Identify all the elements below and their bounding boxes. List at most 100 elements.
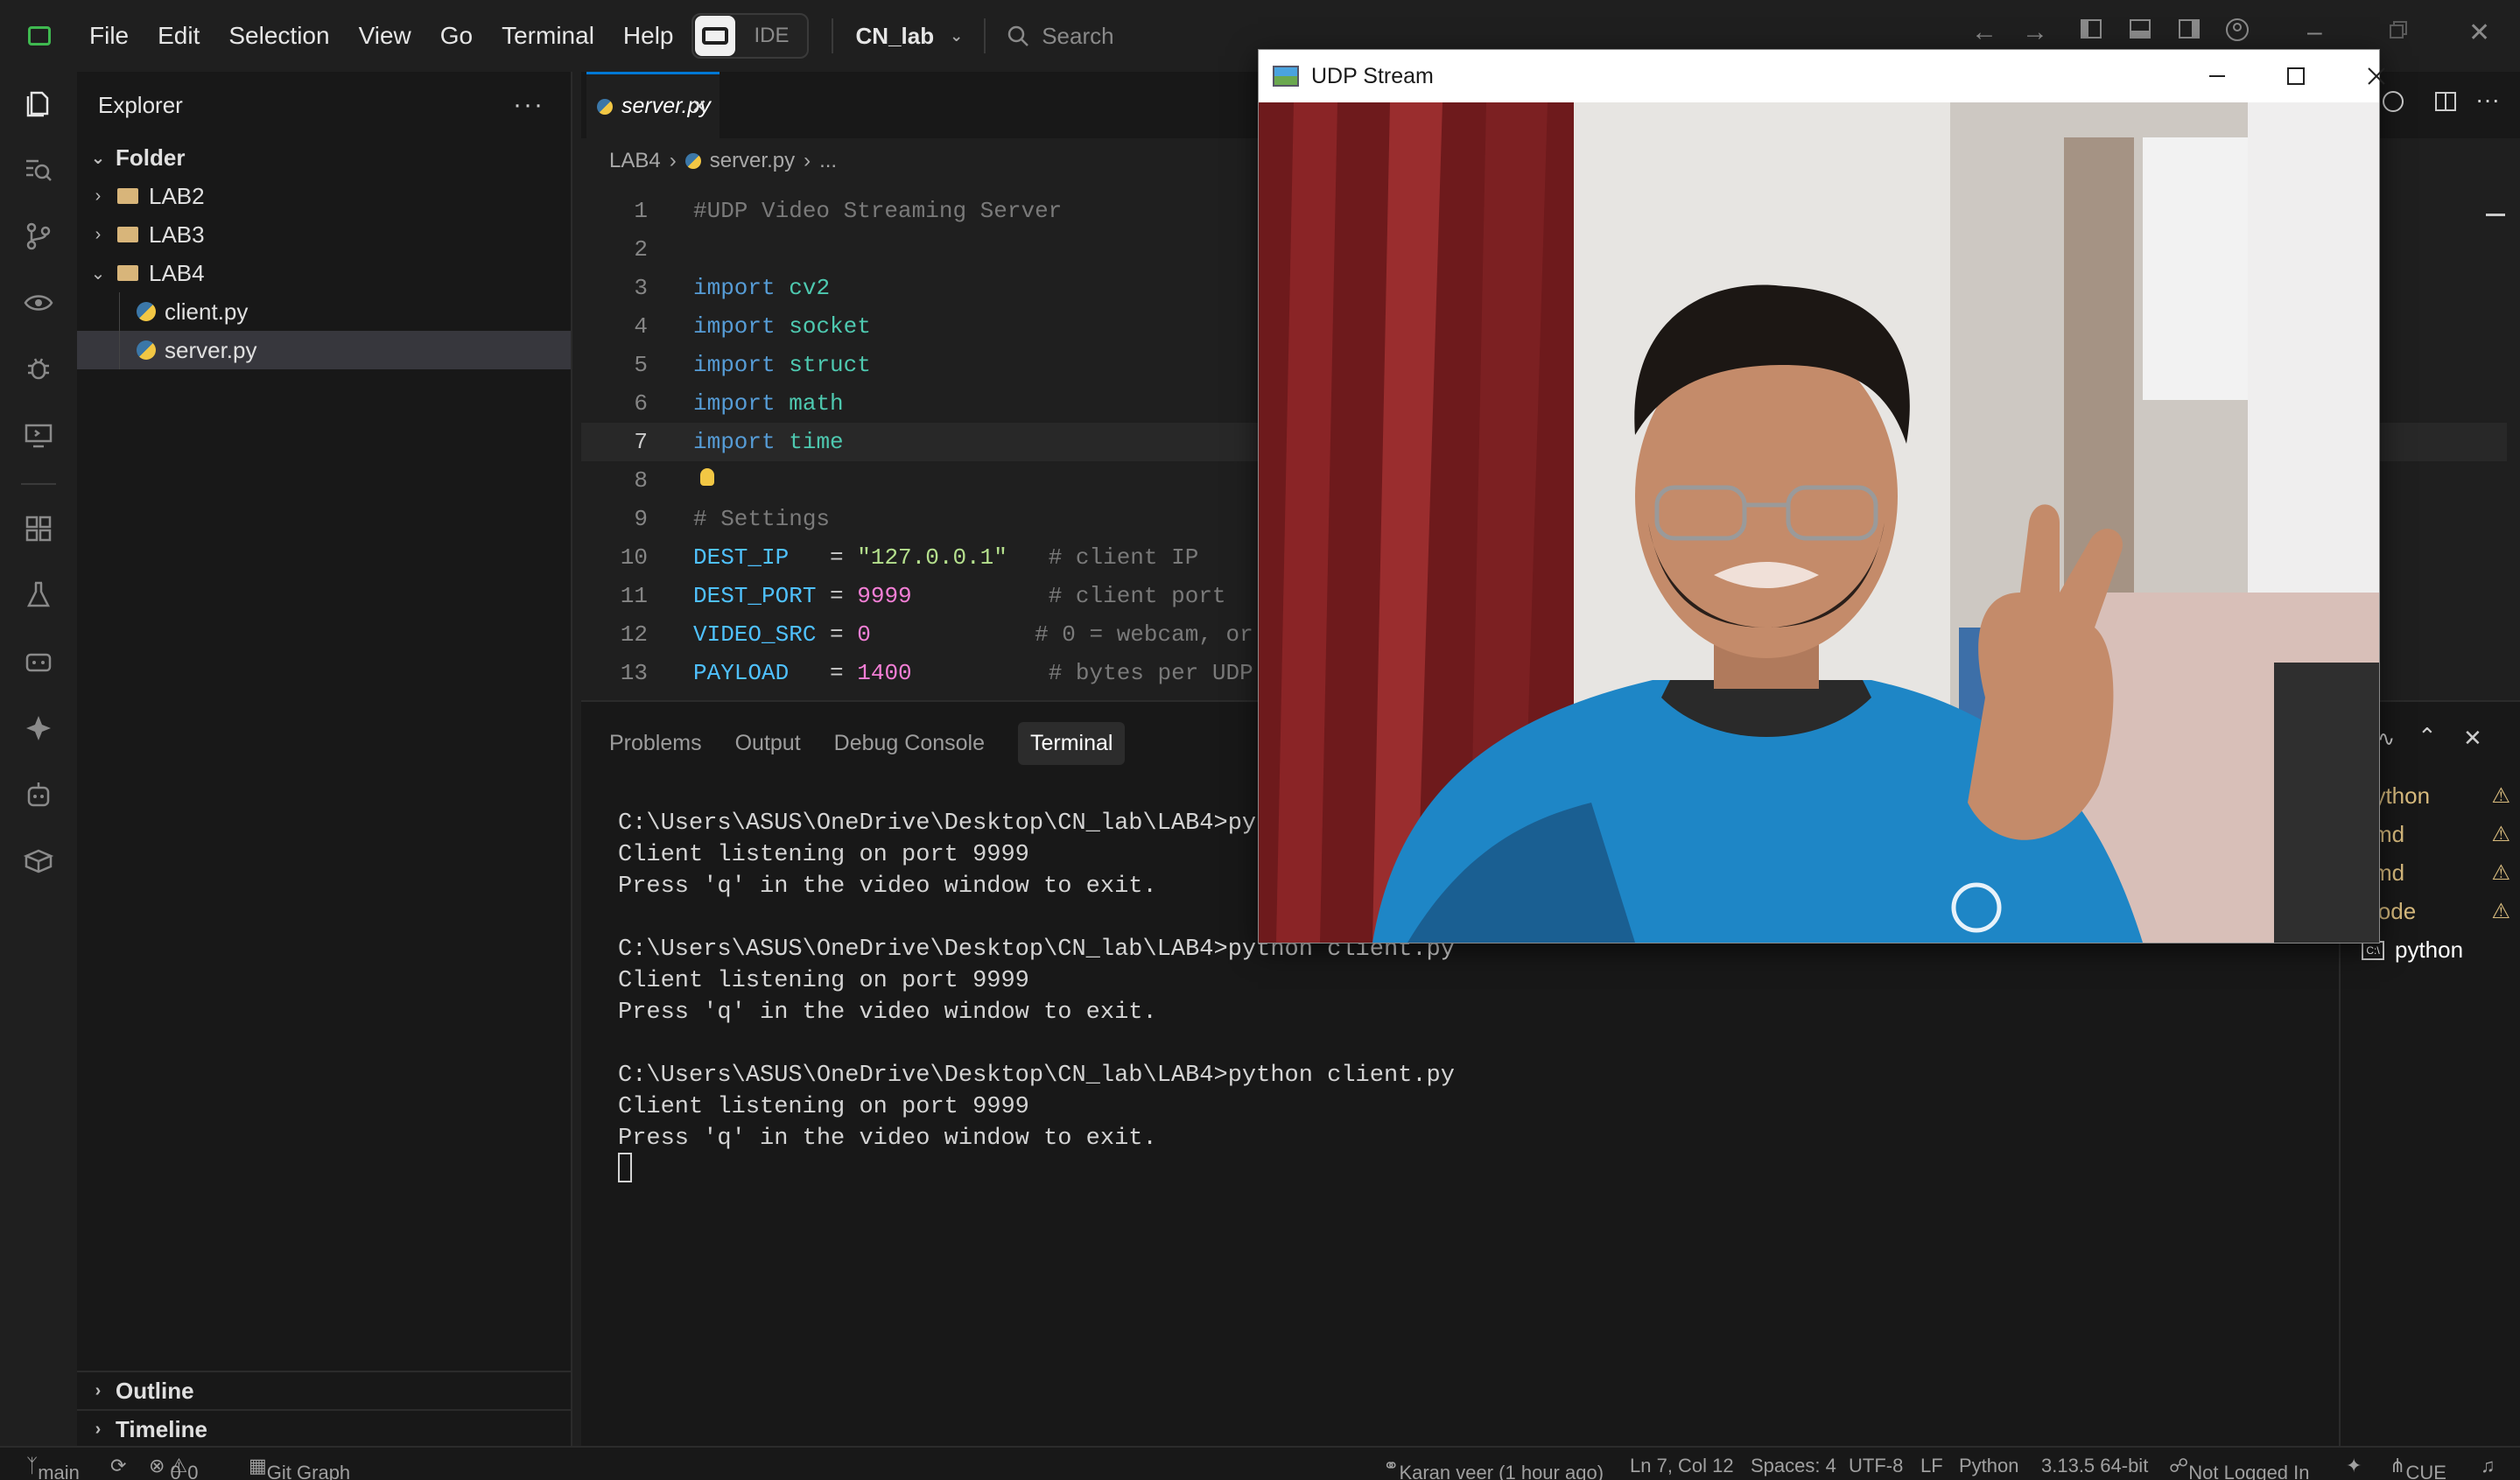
indentation[interactable]: Spaces: 4 <box>1751 1455 1836 1477</box>
line-number: 2 <box>634 236 648 263</box>
split-editor-icon[interactable] <box>2433 89 2458 118</box>
code-text: import math <box>693 390 844 417</box>
timeline-section[interactable]: › Timeline <box>77 1409 571 1448</box>
activity-divider <box>21 483 56 485</box>
menu-go[interactable]: Go <box>440 22 473 50</box>
terminal-item-cmd[interactable]: cmd ⚠ <box>2362 821 2519 848</box>
code-text: VIDEO_SRC = 0 # 0 = webcam, or <box>693 621 1253 648</box>
menu-file[interactable]: File <box>89 22 129 50</box>
copilot-sparkle-icon[interactable] <box>19 709 58 747</box>
tree-item-server-py[interactable]: server.py <box>77 331 571 369</box>
problems-status[interactable]: ⊗ 0 ⚠ 0 <box>149 1455 199 1480</box>
encoding[interactable]: UTF-8 <box>1849 1455 1903 1477</box>
cue-status[interactable]: ⋔ CUE <box>2390 1455 2446 1480</box>
notifications-bell-icon[interactable]: ♫ <box>2481 1455 2495 1477</box>
copilot-status-icon[interactable]: ✦ <box>2346 1455 2362 1477</box>
tab-problems[interactable]: Problems <box>609 731 702 756</box>
search-placeholder: Search <box>1042 22 1114 49</box>
close-icon[interactable]: ✕ <box>2468 18 2490 48</box>
source-control-icon[interactable] <box>19 217 58 256</box>
terminal-line: Client listening on port 9999 <box>618 968 1029 994</box>
robot-icon[interactable] <box>19 775 58 814</box>
blame-label: Karan veer (1 hour ago) <box>1399 1462 1604 1480</box>
language-mode[interactable]: Python <box>1959 1455 2019 1477</box>
terminal-line: Client listening on port 9999 <box>618 842 1029 868</box>
containers-icon[interactable] <box>19 642 58 681</box>
cursor-position[interactable]: Ln 7, Col 12 <box>1630 1455 1734 1477</box>
minimize-icon[interactable]: – <box>2307 18 2322 47</box>
webcam-frame-image <box>1259 102 2379 943</box>
code-text: DEST_PORT = 9999 # client port <box>693 583 1226 609</box>
close-icon[interactable] <box>2337 50 2416 102</box>
blame-status[interactable]: ⚭ Karan veer (1 hour ago) <box>1383 1455 1604 1480</box>
sync-icon[interactable]: ⟳ <box>110 1455 126 1477</box>
tree-item-client-py[interactable]: client.py <box>77 292 571 331</box>
breadcrumb-item[interactable]: ... <box>819 149 837 173</box>
remote-explorer-icon[interactable] <box>19 417 58 455</box>
toggle-sidebar-icon[interactable] <box>2080 18 2102 47</box>
more-actions-icon[interactable]: ··· <box>513 90 544 120</box>
end-of-line[interactable]: LF <box>1920 1455 1943 1477</box>
toggle-panel-icon[interactable] <box>2129 18 2151 47</box>
workspace-folder-root[interactable]: ⌄ Folder <box>77 138 571 177</box>
branch-status[interactable]: ᛉ main <box>26 1455 80 1480</box>
minimize-icon[interactable] <box>2178 50 2257 102</box>
line-number: 7 <box>634 429 648 455</box>
line-number: 5 <box>634 352 648 378</box>
tab-server-py[interactable]: server.py ✕ <box>586 72 719 138</box>
login-label: Not Logged In <box>2188 1462 2310 1480</box>
menu-help[interactable]: Help <box>623 22 674 50</box>
restore-icon[interactable] <box>2388 18 2409 47</box>
search-box[interactable]: Search <box>1007 22 1114 50</box>
chevron-down-icon: ⌄ <box>90 148 106 168</box>
line-number: 10 <box>620 544 648 571</box>
outline-section[interactable]: › Outline <box>77 1371 571 1409</box>
package-icon[interactable] <box>19 842 58 880</box>
python-file-icon <box>137 340 156 360</box>
terminal-item-python[interactable]: python ⚠ <box>2362 782 2519 810</box>
cue-label: CUE <box>2405 1462 2446 1480</box>
ide-toggle[interactable]: IDE <box>691 13 809 59</box>
git-graph-status[interactable]: ▦ Git Graph <box>249 1455 350 1480</box>
code-text: import socket <box>693 313 871 340</box>
line-number: 11 <box>620 583 648 609</box>
menu-selection[interactable]: Selection <box>228 22 329 50</box>
search-icon[interactable] <box>19 151 58 189</box>
python-interpreter[interactable]: 3.13.5 64-bit <box>2041 1455 2148 1477</box>
explorer-icon[interactable] <box>19 84 58 123</box>
tree-item-lab3[interactable]: › LAB3 <box>77 215 571 254</box>
breadcrumb-item[interactable]: server.py <box>710 149 795 173</box>
tab-close-icon[interactable]: ✕ <box>691 95 707 118</box>
testing-flask-icon[interactable] <box>19 576 58 614</box>
folder-open-icon <box>117 265 138 281</box>
editor-more-actions-icon[interactable]: ··· <box>2475 86 2500 114</box>
udp-stream-window[interactable]: UDP Stream <box>1258 49 2385 943</box>
menu-view[interactable]: View <box>359 22 411 50</box>
lightbulb-icon[interactable] <box>700 468 714 486</box>
terminal-item-python-active[interactable]: C:\ python <box>2362 936 2519 964</box>
toggle-secondary-sidebar-icon[interactable] <box>2178 18 2201 47</box>
workspace-selector[interactable]: CN_lab ⌄ <box>856 23 964 50</box>
back-arrow-icon[interactable]: ← <box>1971 18 1997 47</box>
debug-icon[interactable] <box>19 350 58 389</box>
tab-terminal[interactable]: Terminal <box>1018 721 1126 765</box>
terminal-item-cmd[interactable]: cmd ⚠ <box>2362 859 2519 887</box>
login-status[interactable]: ☍ Not Logged In <box>2169 1455 2310 1480</box>
explorer-title: Explorer <box>98 91 183 118</box>
tab-output[interactable]: Output <box>735 731 801 756</box>
tab-debug-console[interactable]: Debug Console <box>834 731 985 756</box>
terminal-item-code[interactable]: Code ⚠ <box>2362 898 2519 925</box>
git-graph-label: Git Graph <box>266 1462 351 1480</box>
minimap-indicator[interactable] <box>2486 214 2505 216</box>
account-icon[interactable] <box>2225 18 2250 49</box>
tree-item-lab4[interactable]: ⌄ LAB4 <box>77 254 571 292</box>
maximize-icon[interactable] <box>2257 50 2335 102</box>
tree-item-lab2[interactable]: › LAB2 <box>77 177 571 215</box>
extensions-icon[interactable] <box>19 509 58 548</box>
udp-window-titlebar[interactable]: UDP Stream <box>1259 50 2385 102</box>
forward-arrow-icon[interactable]: → <box>2022 18 2048 47</box>
eye-icon[interactable] <box>19 284 58 322</box>
menu-edit[interactable]: Edit <box>158 22 200 50</box>
menu-terminal[interactable]: Terminal <box>502 22 594 50</box>
breadcrumb-item[interactable]: LAB4 <box>609 149 661 173</box>
